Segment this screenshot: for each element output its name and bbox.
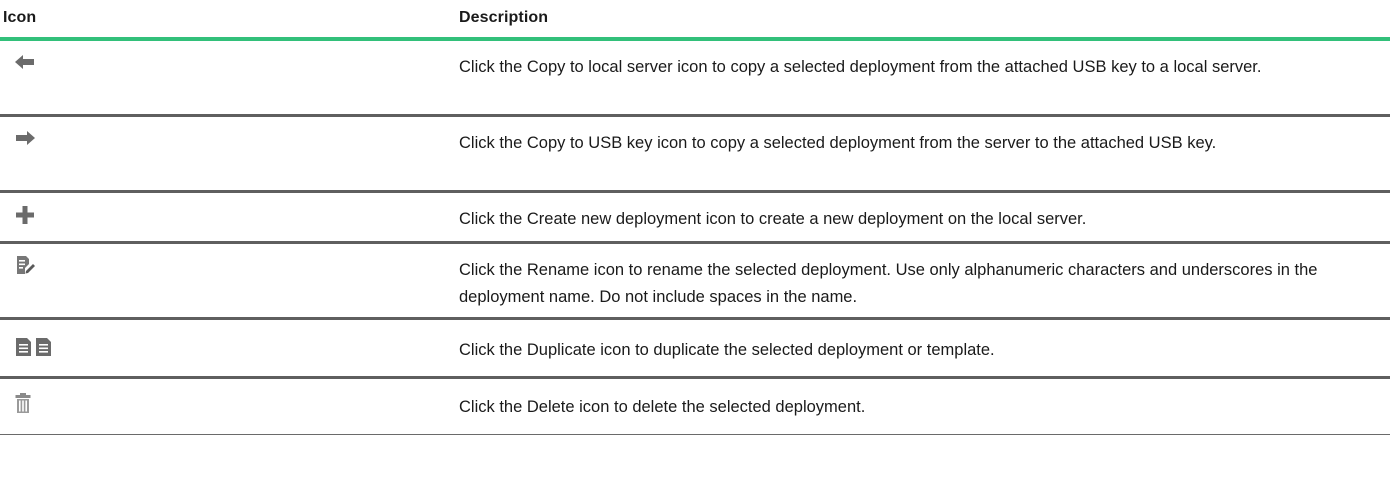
plus-icon: [14, 204, 36, 226]
icon-description-table: Icon Description Click the Copy to local…: [0, 0, 1390, 435]
icon-cell: [0, 379, 459, 434]
table-row: Click the Create new deployment icon to …: [0, 193, 1390, 244]
icon-column-header: Icon: [3, 9, 37, 26]
table-row: Click the Rename icon to rename the sele…: [0, 244, 1390, 320]
description-cell: Click the Duplicate icon to duplicate th…: [459, 341, 995, 359]
description-cell: Click the Create new deployment icon to …: [459, 210, 1087, 228]
icon-cell: [0, 41, 459, 114]
table-header: Icon Description: [0, 0, 1390, 41]
arrow-left-icon: [14, 51, 36, 73]
icon-cell: [0, 117, 459, 190]
description-cell: Click the Copy to USB key icon to copy a…: [459, 134, 1217, 152]
trash-icon: [14, 392, 32, 414]
icon-cell: [0, 193, 459, 241]
rename-icon: [14, 255, 36, 277]
description-cell: Click the Rename icon to rename the sele…: [459, 261, 1318, 306]
duplicate-icon: [14, 336, 56, 358]
description-column-header: Description: [459, 9, 549, 26]
icon-cell: [0, 244, 459, 317]
table-row: Click the Delete icon to delete the sele…: [0, 379, 1390, 435]
table-row: Click the Copy to local server icon to c…: [0, 41, 1390, 117]
description-cell: Click the Copy to local server icon to c…: [459, 58, 1262, 76]
table-row: Click the Duplicate icon to duplicate th…: [0, 320, 1390, 379]
description-cell: Click the Delete icon to delete the sele…: [459, 398, 866, 416]
icon-cell: [0, 320, 459, 376]
arrow-right-icon: [14, 127, 36, 149]
table-row: Click the Copy to USB key icon to copy a…: [0, 117, 1390, 193]
